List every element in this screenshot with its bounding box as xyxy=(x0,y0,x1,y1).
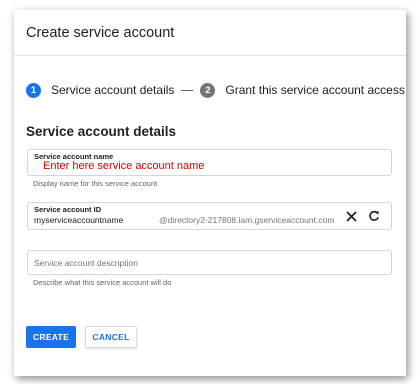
close-icon[interactable] xyxy=(343,208,359,224)
stepper: 1 Service account details 2 Grant this s… xyxy=(26,82,406,98)
service-account-name-helper: Display name for this service account xyxy=(33,179,158,188)
create-button[interactable]: CREATE xyxy=(26,326,76,348)
refresh-icon[interactable] xyxy=(366,208,382,224)
service-account-id-field[interactable]: Service account ID myserviceaccountname … xyxy=(27,202,392,230)
service-account-name-field[interactable]: Service account name Enter here service … xyxy=(27,149,392,176)
cancel-button[interactable]: CANCEL xyxy=(85,326,137,348)
service-account-description-helper: Describe what this service account will … xyxy=(33,278,172,287)
service-account-description-input[interactable]: Service account description xyxy=(34,258,138,268)
create-service-account-dialog: Create service account 1 Service account… xyxy=(14,10,406,376)
step-2-number: 2 xyxy=(200,82,216,98)
service-account-description-field[interactable]: Service account description xyxy=(27,250,392,275)
step-1-number: 1 xyxy=(26,82,41,98)
service-account-id-label: Service account ID xyxy=(34,205,102,214)
title-divider xyxy=(14,55,406,56)
dialog-title: Create service account xyxy=(26,25,175,41)
step-separator xyxy=(181,89,194,91)
service-account-id-suffix: @directory2-217808.iam.gserviceaccount.c… xyxy=(159,215,335,225)
step-1-label[interactable]: Service account details xyxy=(51,83,174,97)
step-2-label[interactable]: Grant this service account access to pro… xyxy=(225,83,406,97)
service-account-name-input[interactable]: Enter here service account name xyxy=(43,160,204,172)
section-heading: Service account details xyxy=(26,124,177,139)
service-account-id-input[interactable]: myserviceaccountname xyxy=(34,215,123,225)
